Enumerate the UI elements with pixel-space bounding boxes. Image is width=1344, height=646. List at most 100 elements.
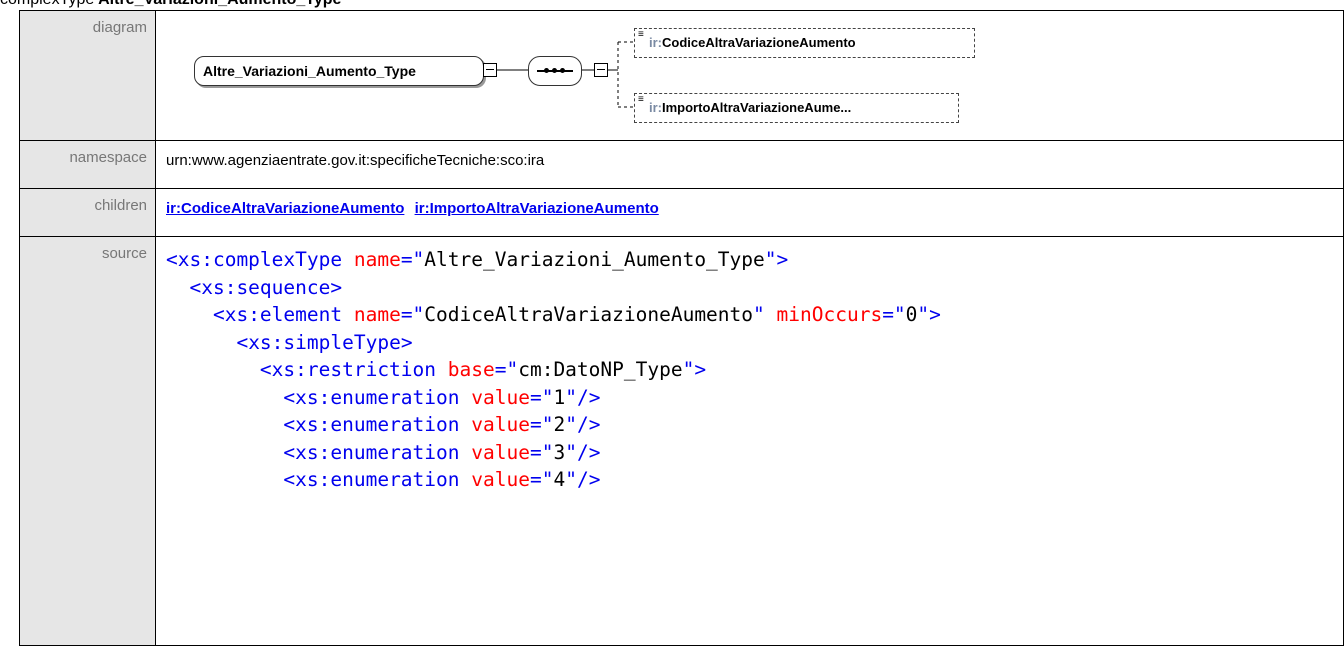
code-punct: " <box>565 413 577 436</box>
code-tag: <xs:element <box>212 303 343 326</box>
code-tag-end: > <box>776 248 789 271</box>
diagram-label: diagram <box>19 10 156 141</box>
code-punct: " <box>917 303 930 326</box>
heading-name: Altre_Variazioni_Aumento_Type <box>98 0 341 8</box>
children-label: children <box>19 188 156 237</box>
code-attr-name: value <box>459 440 530 464</box>
code-attr-value: 1 <box>553 385 566 409</box>
code-punct: =" <box>400 248 425 271</box>
source-row: source <xs:complexType name="Altre_Varia… <box>19 236 1344 646</box>
schema-diagram: Altre_Variazioni_Aumento_Type ≡ ir:Codice… <box>166 11 1066 132</box>
code-punct: " <box>753 303 765 326</box>
code-tag-end: > <box>330 275 343 299</box>
child-link[interactable]: ir:CodiceAltraVariazioneAumento <box>166 200 404 217</box>
code-attr-value: 0 <box>905 303 918 326</box>
diagram-row: diagram Altre_Variazioni_Aumento_Type ≡ … <box>19 10 1344 141</box>
code-tag: <xs:enumeration <box>283 385 460 409</box>
code-punct: =" <box>882 303 906 326</box>
code-attr-name: name <box>342 303 401 326</box>
heading-prefix: complexType <box>0 0 94 8</box>
child-link[interactable]: ir:ImportoAltraVariazioneAumento <box>415 200 659 217</box>
element-prefix: ir: <box>649 35 662 50</box>
code-tag: <xs:simpleType <box>236 330 401 354</box>
code-tag: <xs:sequence <box>189 275 331 299</box>
source-line: <xs:enumeration value="1"/> <box>166 384 1343 412</box>
namespace-value: urn:www.agenziaentrate.gov.it:specifiche… <box>166 152 545 169</box>
element-prefix: ir: <box>649 100 662 115</box>
code-tag: <xs:enumeration <box>283 468 460 491</box>
code-attr-name: minOccurs <box>764 303 883 326</box>
code-punct: =" <box>529 468 554 491</box>
code-punct: =" <box>400 303 425 326</box>
code-attr-value: CodiceAltraVariazioneAumento <box>424 303 754 326</box>
source-line: <xs:element name="CodiceAltraVariazioneA… <box>166 301 1343 329</box>
code-attr-value: 3 <box>553 440 566 464</box>
code-tag: <xs:enumeration <box>283 413 460 436</box>
element-lines-icon: ≡ <box>638 29 644 40</box>
element-name: CodiceAltraVariazioneAumento <box>662 35 856 50</box>
code-tag-end: > <box>400 330 413 354</box>
code-attr-name: value <box>459 385 530 409</box>
source-line: <xs:complexType name="Altre_Variazioni_A… <box>166 246 1343 274</box>
code-tag-end: /> <box>576 440 601 464</box>
code-punct: =" <box>529 385 554 409</box>
code-tag: <xs:enumeration <box>283 440 460 464</box>
source-line: <xs:enumeration value="2"/> <box>166 411 1343 439</box>
code-punct: " <box>565 385 577 409</box>
complex-type-box: Altre_Variazioni_Aumento_Type <box>194 56 484 86</box>
code-attr-value: cm:DatoNP_Type <box>518 358 683 381</box>
schema-doc-table: diagram Altre_Variazioni_Aumento_Type ≡ … <box>19 10 1344 646</box>
element-box[interactable]: ≡ ir:ImportoAltraVariazioneAume... <box>634 93 959 123</box>
source-line: <xs:restriction base="cm:DatoNP_Type"> <box>166 356 1343 384</box>
page-heading: complexType Altre_Variazioni_Aumento_Typ… <box>0 0 341 9</box>
code-punct: " <box>682 358 695 381</box>
code-punct: " <box>565 440 577 464</box>
code-attr-name: name <box>342 248 401 271</box>
collapse-icon[interactable] <box>483 63 497 77</box>
element-name: ImportoAltraVariazioneAume... <box>662 100 852 115</box>
sequence-compositor <box>528 56 582 86</box>
children-links: ir:CodiceAltraVariazioneAumento ir:Impor… <box>166 189 1343 228</box>
code-attr-name: base <box>436 358 495 381</box>
code-punct: =" <box>529 413 554 436</box>
code-punct: " <box>764 248 777 271</box>
source-line: <xs:simpleType> <box>166 329 1343 357</box>
source-code: <xs:complexType name="Altre_Variazioni_A… <box>166 237 1343 494</box>
code-attr-value: Altre_Variazioni_Aumento_Type <box>424 248 765 271</box>
sequence-dot <box>552 68 557 73</box>
source-label: source <box>19 236 156 646</box>
namespace-row: namespace urn:www.agenziaentrate.gov.it:… <box>19 140 1344 189</box>
code-tag: <xs:restriction <box>259 358 437 381</box>
sequence-dot <box>560 68 565 73</box>
code-attr-value: 4 <box>553 468 566 491</box>
sequence-dot <box>544 68 549 73</box>
code-attr-value: 2 <box>553 413 566 436</box>
element-lines-icon: ≡ <box>638 94 644 105</box>
children-row: children ir:CodiceAltraVariazioneAumento… <box>19 188 1344 237</box>
source-line: <xs:sequence> <box>166 274 1343 302</box>
code-attr-name: value <box>459 468 530 491</box>
code-tag: <xs:complexType <box>166 248 343 271</box>
code-tag-end: /> <box>576 385 601 409</box>
code-tag-end: > <box>929 303 941 326</box>
code-punct: " <box>565 468 577 491</box>
source-line: <xs:enumeration value="3"/> <box>166 439 1343 467</box>
code-tag-end: /> <box>576 413 601 436</box>
code-punct: =" <box>529 440 554 464</box>
collapse-icon[interactable] <box>594 63 608 77</box>
element-box[interactable]: ≡ ir:CodiceAltraVariazioneAumento <box>634 28 975 58</box>
namespace-label: namespace <box>19 140 156 189</box>
code-tag-end: /> <box>576 468 601 491</box>
diagram-cell: Altre_Variazioni_Aumento_Type ≡ ir:Codice… <box>155 10 1344 141</box>
code-attr-name: value <box>459 413 530 436</box>
code-punct: =" <box>494 358 519 381</box>
code-tag-end: > <box>694 358 707 381</box>
